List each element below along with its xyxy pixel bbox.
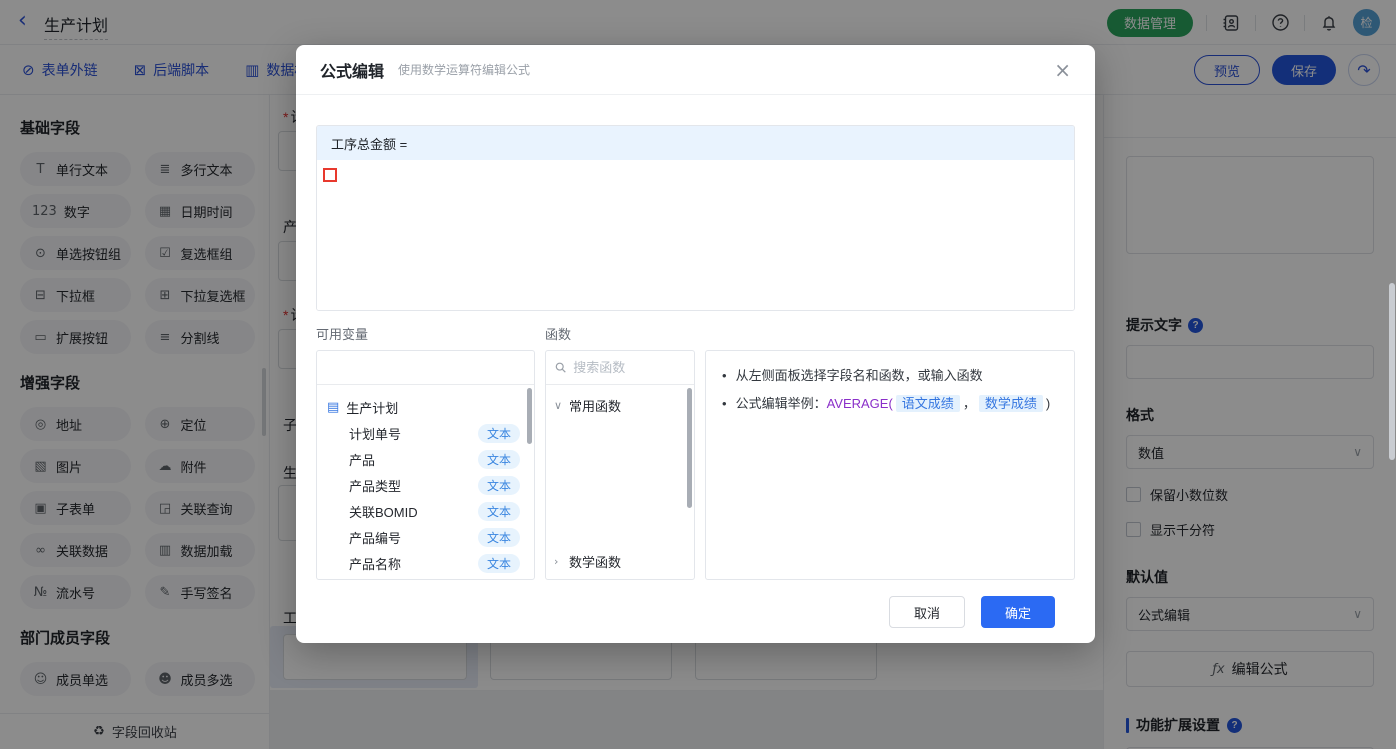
variable-field-row[interactable]: 产品 文本 xyxy=(327,446,524,472)
function-group-header[interactable]: › 文本函数 xyxy=(554,574,686,580)
dialog-title: 公式编辑 xyxy=(320,63,385,81)
function-tree: ∨ 常用函数 › 数学函数 xyxy=(546,385,694,580)
variable-type-badge: 文本 xyxy=(477,527,520,547)
variable-type-badge: 文本 xyxy=(477,553,520,573)
example-field-chip: 数学成绩 xyxy=(978,395,1043,412)
variable-field-row[interactable]: 产品编号 文本 xyxy=(327,524,524,550)
formula-input-area[interactable] xyxy=(317,160,1074,310)
formula-edit-dialog: 公式编辑 使用数学运算符编辑公式 × 工序总金额 = 可用变量 函数 ▤ 生产计… xyxy=(296,45,1095,643)
variable-name: 产品类型 xyxy=(349,478,402,494)
help-example-text: 公式编辑举例：AVERAGE(语文成绩，数学成绩) xyxy=(735,395,1051,412)
formula-highlight-annotation xyxy=(323,168,337,182)
close-icon[interactable]: × xyxy=(1054,60,1071,80)
variables-tab[interactable] xyxy=(426,351,535,384)
help-example: • 公式编辑举例：AVERAGE(语文成绩，数学成绩) xyxy=(722,393,1058,415)
function-item[interactable] xyxy=(554,496,686,522)
help-tip: • 从左侧面板选择字段名和函数，或输入函数 xyxy=(722,365,1058,387)
help-tip-text: 从左侧面板选择字段名和函数，或输入函数 xyxy=(735,368,983,383)
function-group-label: 数学函数 xyxy=(569,554,622,570)
function-item[interactable] xyxy=(554,522,686,548)
function-group-label: 常用函数 xyxy=(569,398,622,414)
function-search xyxy=(546,351,694,385)
function-group: › 文本函数 xyxy=(554,574,686,580)
variable-type-badge: 文本 xyxy=(477,449,520,469)
function-group-header[interactable]: › 数学函数 xyxy=(554,548,686,574)
panel-labels: 可用变量 函数 xyxy=(316,324,1075,343)
function-item[interactable] xyxy=(554,418,686,444)
variable-type-badge: 文本 xyxy=(477,501,520,521)
dialog-body: 工序总金额 = 可用变量 函数 ▤ 生产计划 计划单号 文本 产品 文本 产品类… xyxy=(296,95,1095,628)
functions-scrollbar-thumb[interactable] xyxy=(687,388,692,508)
search-icon xyxy=(555,362,566,373)
function-group: › 数学函数 xyxy=(554,548,686,574)
variables-tree: ▤ 生产计划 计划单号 文本 产品 文本 产品类型 文本 关联BOMID 文本 … xyxy=(317,385,534,576)
function-group-header[interactable]: ∨ 常用函数 xyxy=(554,392,686,418)
function-group: ∨ 常用函数 xyxy=(554,392,686,548)
page-scrollbar-thumb[interactable] xyxy=(1389,283,1395,460)
variables-label: 可用变量 xyxy=(316,327,369,342)
document-icon: ▤ xyxy=(327,399,340,415)
function-item[interactable] xyxy=(554,470,686,496)
dialog-footer: 取消 确定 xyxy=(316,580,1075,628)
example-field-chip: 语文成绩 xyxy=(895,395,960,412)
form-root-label: 生产计划 xyxy=(346,400,399,416)
confirm-button[interactable]: 确定 xyxy=(980,596,1055,628)
variable-field-row[interactable]: 产品名称 文本 xyxy=(327,550,524,576)
variable-name: 产品编号 xyxy=(349,530,402,546)
formula-editor: 工序总金额 = xyxy=(316,125,1075,311)
help-panel: • 从左侧面板选择字段名和函数，或输入函数 • 公式编辑举例：AVERAGE(语… xyxy=(705,350,1075,580)
variable-type-badge: 文本 xyxy=(477,475,520,495)
variable-name: 计划单号 xyxy=(349,426,402,442)
expander-icon: › xyxy=(554,554,559,568)
app-screen: ‹ 生产计划 数据管理 检 ⊘ 表单外链 ⊠ 后端脚本 ▥ 数据权 预览 保存 … xyxy=(0,0,1396,749)
variables-panel: ▤ 生产计划 计划单号 文本 产品 文本 产品类型 文本 关联BOMID 文本 … xyxy=(316,350,535,580)
variables-scrollbar-thumb[interactable] xyxy=(527,388,532,444)
dialog-subtitle: 使用数学运算符编辑公式 xyxy=(398,63,531,77)
variable-type-badge: 文本 xyxy=(477,423,520,443)
variables-tabs xyxy=(317,351,534,385)
function-item[interactable] xyxy=(554,444,686,470)
dialog-header: 公式编辑 使用数学运算符编辑公式 × xyxy=(296,45,1095,95)
example-function: AVERAGE( xyxy=(826,396,893,411)
variable-name: 产品 xyxy=(349,452,376,468)
variable-field-row[interactable]: 关联BOMID 文本 xyxy=(327,498,524,524)
form-root-node[interactable]: ▤ 生产计划 xyxy=(327,394,524,420)
formula-target: 工序总金额 = xyxy=(317,126,1074,160)
variable-name: 关联BOMID xyxy=(349,504,418,520)
dialog-panels: ▤ 生产计划 计划单号 文本 产品 文本 产品类型 文本 关联BOMID 文本 … xyxy=(316,350,1075,580)
function-group-label: 文本函数 xyxy=(569,578,621,580)
cancel-button[interactable]: 取消 xyxy=(888,596,965,628)
variable-field-row[interactable]: 产品类型 文本 xyxy=(327,472,524,498)
variable-field-row[interactable]: 计划单号 文本 xyxy=(327,420,524,446)
functions-panel: ∨ 常用函数 › 数学函数 xyxy=(545,350,695,580)
functions-label: 函数 xyxy=(545,327,572,342)
function-search-input[interactable] xyxy=(573,360,685,375)
variables-tab[interactable] xyxy=(317,351,426,384)
expander-icon: ∨ xyxy=(554,398,563,412)
variable-name: 产品名称 xyxy=(349,556,402,572)
